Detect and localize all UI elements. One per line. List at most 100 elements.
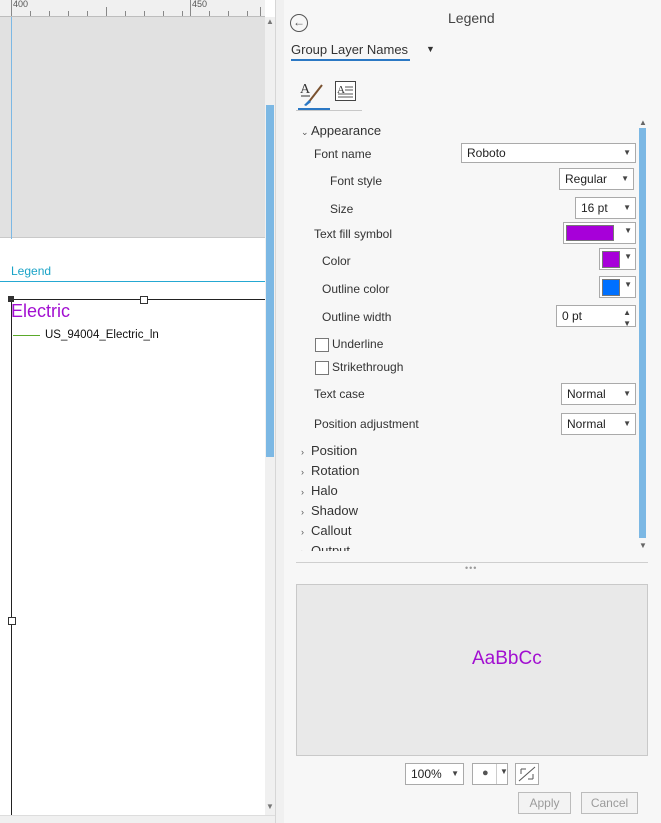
chevron-down-icon: ▼ (623, 389, 631, 398)
chevron-down-icon: ▼ (623, 203, 631, 212)
layout-view: 400 450 Legend Electric US_94004_Electri… (0, 0, 283, 823)
ruler-tick (260, 7, 261, 16)
selection-handle[interactable] (8, 617, 16, 625)
ruler-tick (182, 11, 183, 16)
preview-background-button[interactable]: ● ▼ (472, 763, 508, 785)
position-adjustment-value: Normal (567, 417, 606, 431)
text-fill-swatch (566, 225, 614, 241)
symbol-preview (296, 584, 648, 756)
appearance-section-header[interactable]: ⌄ Appearance (301, 123, 381, 138)
chevron-down-icon: ▼ (623, 148, 631, 157)
point-icon: ● (482, 767, 489, 779)
chevron-down-icon: ▼ (621, 174, 629, 183)
ruler-tick (125, 11, 126, 16)
strikethrough-label: Strikethrough (332, 360, 404, 374)
no-scale-icon[interactable] (515, 763, 539, 785)
ruler-tick (163, 11, 164, 16)
scrollbar-thumb[interactable] (266, 105, 274, 457)
text-symbol-icon[interactable]: A (298, 79, 328, 107)
chevron-down-icon: ▼ (624, 280, 632, 289)
color-label: Color (322, 254, 351, 268)
legend-layer-name[interactable]: US_94004_Electric_ln (45, 329, 159, 341)
chevron-right-icon: › (301, 467, 304, 477)
position-section-header[interactable]: › Position (301, 443, 357, 458)
ruler-tick (247, 11, 248, 16)
ruler-tick (209, 11, 210, 16)
preview-text: AaBbCc (472, 648, 542, 669)
font-style-combo[interactable]: Regular ▼ (559, 168, 634, 190)
scroll-up-icon[interactable]: ▲ (639, 118, 647, 127)
position-adjustment-label: Position adjustment (314, 417, 419, 431)
tab-strip-divider (296, 110, 362, 111)
text-symbol-icon: A (300, 82, 323, 106)
legend-patch (13, 335, 40, 336)
text-fill-symbol-picker[interactable]: ▼ (563, 222, 636, 244)
position-adjustment-combo[interactable]: Normal ▼ (561, 413, 636, 435)
font-name-combo[interactable]: Roboto ▼ (461, 143, 636, 163)
spin-down-icon[interactable]: ▼ (623, 314, 631, 334)
guide-line[interactable] (0, 281, 265, 282)
chevron-right-icon: › (301, 547, 311, 551)
zoom-combo[interactable]: 100% ▼ (405, 763, 464, 785)
color-picker[interactable]: ▼ (599, 248, 636, 270)
map-frame[interactable] (0, 17, 265, 238)
group-layer-names-dropdown[interactable]: Group Layer Names (291, 42, 408, 57)
scrollbar-thumb[interactable] (639, 128, 646, 538)
output-section-header[interactable]: ›Output (301, 543, 350, 551)
grip-icon[interactable]: ••• (465, 563, 477, 573)
chevron-down-icon: ▼ (451, 769, 459, 778)
font-style-label: Font style (330, 174, 383, 188)
legend-frame-border (11, 296, 12, 816)
scroll-up-icon[interactable]: ▲ (265, 17, 275, 26)
chevron-right-icon: › (301, 507, 304, 517)
text-case-value: Normal (567, 387, 606, 401)
outline-color-picker[interactable]: ▼ (599, 276, 636, 298)
text-frame-icon[interactable]: A (334, 79, 358, 103)
halo-section-header[interactable]: › Halo (301, 483, 338, 498)
pane-title: Legend (448, 10, 495, 26)
apply-button[interactable]: Apply (518, 792, 571, 814)
back-arrow-icon[interactable]: ← (290, 14, 308, 32)
ruler-tick (87, 11, 88, 16)
underline-label: Underline (332, 337, 384, 351)
tab-underline (291, 59, 410, 61)
ruler-tick (144, 11, 145, 16)
color-swatch (602, 251, 620, 268)
ruler-tick (49, 11, 50, 16)
legend-title[interactable]: Legend (11, 264, 51, 278)
scroll-down-icon[interactable]: ▼ (265, 802, 275, 811)
legend-group-name[interactable]: Electric (11, 301, 70, 322)
chevron-right-icon: › (301, 487, 304, 497)
size-combo[interactable]: 16 pt ▼ (575, 197, 636, 219)
font-style-value: Regular (565, 172, 608, 186)
font-name-value: Roboto (467, 146, 506, 160)
selection-handle[interactable] (140, 296, 148, 304)
callout-section-header[interactable]: › Callout (301, 523, 351, 538)
chevron-down-icon: ⌄ (301, 127, 309, 137)
outline-color-swatch (602, 279, 620, 296)
scroll-down-icon[interactable]: ▼ (639, 541, 647, 550)
chevron-down-icon: ▼ (624, 252, 632, 261)
button-separator (496, 764, 497, 784)
ruler-tick (68, 11, 69, 16)
size-value: 16 pt (581, 201, 608, 215)
svg-text:A: A (300, 82, 311, 97)
no-scale-icon (518, 766, 536, 782)
cancel-button[interactable]: Cancel (581, 792, 638, 814)
shadow-section-header[interactable]: › Shadow (301, 503, 358, 518)
size-label: Size (330, 202, 354, 216)
horizontal-ruler: 400 450 (0, 0, 265, 17)
text-case-combo[interactable]: Normal ▼ (561, 383, 636, 405)
horizontal-scrollbar[interactable] (0, 815, 275, 823)
outline-width-spinner[interactable]: 0 pt ▲ ▼ (556, 305, 636, 328)
rotation-section-header[interactable]: › Rotation (301, 463, 359, 478)
guide-line[interactable] (11, 17, 12, 239)
appearance-label: Appearance (311, 123, 382, 138)
underline-checkbox[interactable] (315, 338, 329, 352)
text-fill-symbol-label: Text fill symbol (314, 227, 393, 241)
chevron-down-icon[interactable]: ▼ (426, 44, 435, 54)
collapsed-sections: › Position › Rotation › Halo › Shadow › Callo… (296, 440, 636, 551)
strikethrough-checkbox[interactable] (315, 361, 329, 375)
ruler-tick (190, 0, 191, 16)
ruler-tick (228, 11, 229, 16)
